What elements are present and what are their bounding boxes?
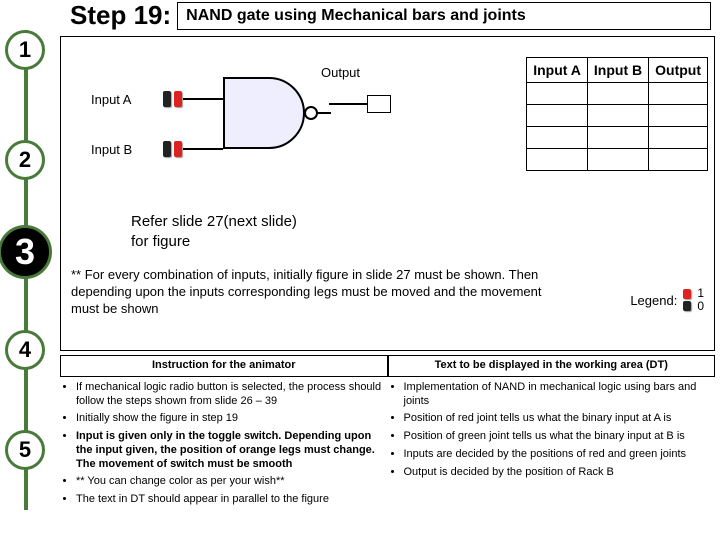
wire-a: [183, 98, 223, 100]
lower-panel: Instruction for the animator If mechanic…: [60, 355, 715, 511]
refer-note: Refer slide 27(next slide) for figure: [131, 212, 297, 251]
led-b-black: [163, 141, 171, 157]
table-row: [527, 83, 708, 105]
right-col-head: Text to be displayed in the working area…: [388, 355, 716, 377]
table-row: [527, 127, 708, 149]
refer-line2: for figure: [131, 232, 297, 252]
step-4[interactable]: 4: [5, 330, 45, 370]
legend-val-0: 0: [697, 300, 704, 313]
list-item: Input is given only in the toggle switch…: [76, 430, 388, 471]
left-col: Instruction for the animator If mechanic…: [60, 355, 388, 511]
list-item: The text in DT should appear in parallel…: [76, 493, 388, 507]
right-list: Implementation of NAND in mechanical log…: [388, 381, 716, 480]
header: Step 19: NAND gate using Mechanical bars…: [60, 0, 715, 34]
input-b-label: Input B: [91, 142, 132, 157]
refer-line1: Refer slide 27(next slide): [131, 212, 297, 232]
step-rail: 1 2 3 4 5: [0, 0, 50, 540]
input-a-label: Input A: [91, 92, 131, 107]
led-a-black: [163, 91, 171, 107]
th-input-a: Input A: [527, 58, 588, 83]
legend-label: Legend:: [630, 293, 677, 308]
led-a-red: [174, 91, 182, 107]
legend-leds: [683, 289, 691, 311]
list-item: Output is decided by the position of Rac…: [404, 466, 716, 480]
list-item: Position of green joint tells us what th…: [404, 430, 716, 444]
step-2[interactable]: 2: [5, 140, 45, 180]
combination-note: ** For every combination of inputs, init…: [71, 267, 571, 318]
content: Step 19: NAND gate using Mechanical bars…: [60, 0, 715, 540]
truth-table: Input A Input B Output: [526, 57, 708, 171]
nand-diagram: Output Input A Input B: [71, 47, 431, 187]
legend-led-1: [683, 289, 691, 299]
output-box: [367, 95, 391, 113]
table-row: [527, 149, 708, 171]
legend-values: 1 0: [697, 287, 704, 313]
title-box: NAND gate using Mechanical bars and join…: [177, 2, 711, 30]
wire-out: [329, 103, 367, 105]
nand-gate-icon: [219, 73, 339, 153]
list-item: Initially show the figure in step 19: [76, 412, 388, 426]
step-1[interactable]: 1: [5, 30, 45, 70]
step-5[interactable]: 5: [5, 430, 45, 470]
right-col: Text to be displayed in the working area…: [388, 355, 716, 511]
th-input-b: Input B: [587, 58, 648, 83]
legend: Legend: 1 0: [630, 287, 704, 313]
wire-b: [183, 148, 223, 150]
list-item: Position of red joint tells us what the …: [404, 412, 716, 426]
led-b-red: [174, 141, 182, 157]
left-col-head: Instruction for the animator: [60, 355, 388, 377]
legend-led-0: [683, 301, 691, 311]
list-item: Implementation of NAND in mechanical log…: [404, 381, 716, 409]
step-label: Step 19:: [60, 0, 177, 30]
list-item: ** You can change color as per your wish…: [76, 475, 388, 489]
step-3-active[interactable]: 3: [0, 225, 52, 279]
table-head-row: Input A Input B Output: [527, 58, 708, 83]
list-item: If mechanical logic radio button is sele…: [76, 381, 388, 409]
table-row: [527, 105, 708, 127]
upper-panel: Output Input A Input B Input A Input B O…: [60, 36, 715, 351]
th-output: Output: [649, 58, 708, 83]
left-list: If mechanical logic radio button is sele…: [60, 381, 388, 507]
list-item: Inputs are decided by the positions of r…: [404, 448, 716, 462]
